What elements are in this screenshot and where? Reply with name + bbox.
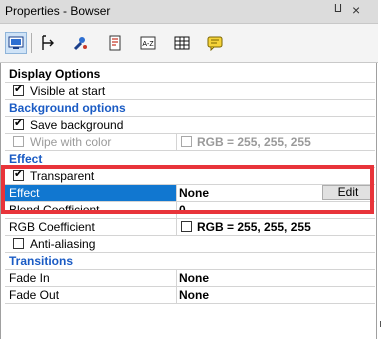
blend-coefficient-row[interactable]: Blend Coefficient 0: [5, 202, 375, 219]
effect-category[interactable]: Effect: [5, 151, 375, 168]
fade-in-value[interactable]: None: [176, 270, 376, 286]
property-grid: Display Options ✔ Visible at start Backg…: [0, 63, 377, 339]
fade-out-row[interactable]: Fade Out None: [5, 287, 375, 304]
display-options-header[interactable]: Display Options: [5, 66, 375, 83]
wipe-color-value[interactable]: RGB = 255, 255, 255: [176, 134, 376, 150]
window-title: Properties - Bowser: [5, 4, 111, 18]
transparent-checkbox[interactable]: ✔: [13, 168, 24, 181]
effect-value[interactable]: None Edit: [176, 185, 376, 201]
wrench-icon[interactable]: [70, 32, 92, 54]
resize-mark: [380, 321, 381, 327]
effect-label-cell[interactable]: Effect: [5, 185, 176, 201]
rgb-coefficient-checkbox[interactable]: [181, 221, 192, 232]
pin-icon[interactable]: ⨿: [334, 3, 342, 16]
wipe-with-color-row[interactable]: Wipe with color RGB = 255, 255, 255: [5, 134, 375, 151]
transparent-row[interactable]: ✔ Transparent: [5, 168, 375, 185]
visible-at-start-checkbox[interactable]: ✔: [13, 83, 24, 96]
toolbar: A-Z: [0, 24, 378, 63]
blend-coefficient-value[interactable]: 0: [176, 202, 376, 218]
close-icon[interactable]: ×: [352, 2, 360, 18]
rgb-coefficient-value[interactable]: RGB = 255, 255, 255: [176, 219, 376, 235]
edit-button[interactable]: Edit: [322, 185, 374, 200]
move-icon[interactable]: [37, 32, 59, 54]
fade-out-value[interactable]: None: [176, 287, 376, 303]
properties-icon[interactable]: [5, 32, 27, 54]
anti-aliasing-row[interactable]: Anti-aliasing: [5, 236, 375, 253]
visible-at-start-row[interactable]: ✔ Visible at start: [5, 83, 375, 100]
wipe-color-checkbox[interactable]: [181, 136, 192, 147]
wipe-with-color-checkbox[interactable]: [13, 136, 24, 147]
toolbar-separator: [31, 33, 32, 53]
document-icon[interactable]: [104, 32, 126, 54]
transitions-category[interactable]: Transitions: [5, 253, 375, 270]
effect-row[interactable]: Effect None Edit: [5, 185, 375, 202]
background-options-category[interactable]: Background options: [5, 100, 375, 117]
save-background-row[interactable]: ✔ Save background: [5, 117, 375, 134]
anti-aliasing-checkbox[interactable]: [13, 238, 24, 249]
comment-icon[interactable]: [204, 32, 226, 54]
svg-text:A-Z: A-Z: [142, 41, 154, 48]
fade-in-row[interactable]: Fade In None: [5, 270, 375, 287]
save-background-checkbox[interactable]: ✔: [13, 117, 24, 130]
grid-icon[interactable]: [171, 32, 193, 54]
rgb-coefficient-row[interactable]: RGB Coefficient RGB = 255, 255, 255: [5, 219, 375, 236]
title-bar: Properties - Bowser ⨿ ×: [0, 0, 378, 24]
sort-az-icon[interactable]: A-Z: [137, 32, 159, 54]
